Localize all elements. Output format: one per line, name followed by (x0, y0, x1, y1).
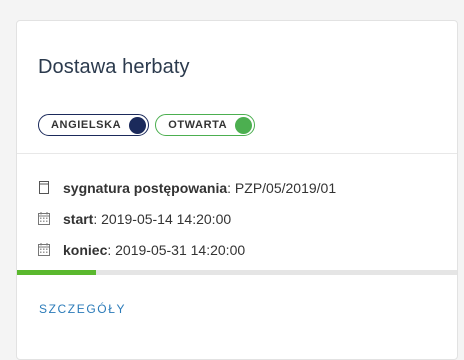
end-label: koniec (63, 241, 108, 258)
signature-value: : PZP/05/2019/01 (227, 179, 337, 196)
language-dot-icon (129, 116, 147, 134)
start-row: start : 2019-05-14 14:20:00 (38, 208, 336, 229)
end-row: koniec : 2019-05-31 14:20:00 (38, 239, 336, 260)
language-badge-label: ANGIELSKA (51, 119, 122, 131)
tender-card: Dostawa herbaty ANGIELSKA OTWARTA sygnat… (16, 20, 458, 360)
progress-bar (17, 270, 457, 275)
end-value: : 2019-05-31 14:20:00 (107, 241, 246, 258)
status-badge: OTWARTA (155, 114, 256, 136)
status-dot-icon (235, 116, 253, 134)
status-badge-label: OTWARTA (168, 119, 228, 131)
start-value: : 2019-05-14 14:20:00 (93, 210, 232, 227)
signature-label: sygnatura postępowania (63, 179, 228, 196)
divider (17, 153, 457, 154)
meta-list: sygnatura postępowania : PZP/05/2019/01 … (38, 177, 336, 270)
calendar-icon (38, 243, 50, 256)
card-title: Dostawa herbaty (38, 56, 190, 78)
start-label: start (63, 210, 94, 227)
document-icon (38, 181, 50, 194)
signature-row: sygnatura postępowania : PZP/05/2019/01 (38, 177, 336, 198)
language-badge: ANGIELSKA (38, 114, 150, 136)
progress-fill (17, 270, 97, 275)
details-link[interactable]: SZCZEGÓŁY (39, 302, 126, 316)
badge-row: ANGIELSKA OTWARTA (38, 114, 256, 136)
calendar-icon (38, 212, 50, 225)
